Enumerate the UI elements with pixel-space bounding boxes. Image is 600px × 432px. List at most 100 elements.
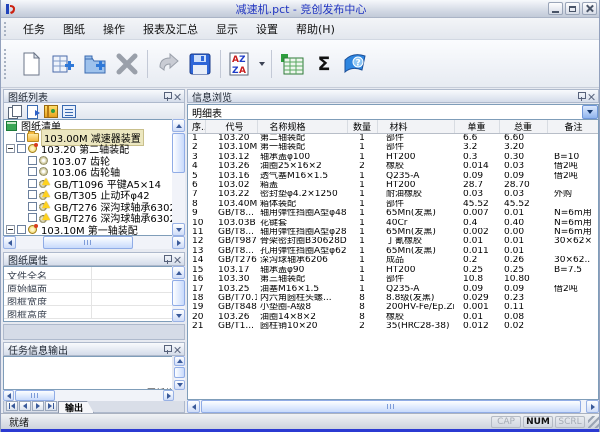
table-row[interactable]: 14 GB/T276 深沟球轴承6206 1 成品 0.2 0.26 30×62…: [188, 256, 599, 265]
col-name-spec[interactable]: 名称规格: [257, 120, 347, 134]
sort-dropdown-button[interactable]: [257, 49, 267, 79]
tab-prev-button[interactable]: [19, 401, 31, 411]
table-row[interactable]: 15 103.17 轴承盖φ90 1 HT200 0.25 0.25 B=7.5: [188, 266, 599, 275]
menu-item[interactable]: 操作: [94, 19, 134, 39]
checkbox[interactable]: [28, 202, 37, 211]
dropdown-button[interactable]: [582, 105, 598, 119]
table-row[interactable]: 8 103.40M 箱体装配 1 部件 45.52 45.52: [188, 200, 599, 209]
scroll-down-button[interactable]: [172, 223, 185, 236]
output-hscrollbar[interactable]: [3, 390, 174, 401]
table-row[interactable]: 3 103.12 轴承盖φ100 1 HT200 0.3 0.30 B=10: [188, 153, 599, 162]
export-page-icon[interactable]: [26, 105, 40, 118]
new-document-button[interactable]: [16, 49, 46, 79]
property-row[interactable]: 文件全名: [4, 267, 172, 280]
property-row[interactable]: 原始幅面: [4, 280, 172, 293]
table-row[interactable]: 13 GB/T8... 孔用弹性挡圈A型φ62 1 65Mn(发黑) 0.011…: [188, 247, 599, 256]
checkbox[interactable]: [28, 156, 37, 165]
scroll-left-button[interactable]: [187, 400, 200, 413]
pin-icon[interactable]: [577, 92, 585, 101]
scroll-right-button[interactable]: [172, 236, 185, 249]
output-vscrollbar[interactable]: [174, 356, 185, 390]
table-row[interactable]: 5 103.16 透气塞M16×1.5 1 Q235-A 0.09 0.09 借…: [188, 172, 599, 181]
menu-item[interactable]: 图纸: [54, 19, 94, 39]
col-unit-weight[interactable]: 单重: [454, 120, 499, 134]
table-hscrollbar[interactable]: [187, 400, 599, 413]
tree-hscrollbar[interactable]: [3, 236, 185, 249]
close-panel-icon[interactable]: [174, 346, 181, 353]
table-row[interactable]: 16 103.30 第三轴装配 1 部件 10.8 10.80: [188, 275, 599, 284]
add-drawing-button[interactable]: [48, 49, 78, 79]
table-row[interactable]: 1 103.20 第二轴装配 1 部件 6.6 6.60: [188, 134, 599, 144]
table-row[interactable]: 11 GB/T8... 轴用弹性挡圈A型φ28 1 65Mn(发黑) 0.002…: [188, 228, 599, 237]
scroll-up-button[interactable]: [172, 119, 185, 132]
menu-item[interactable]: 任务: [14, 19, 54, 39]
col-total-weight[interactable]: 总重: [499, 120, 547, 134]
property-value[interactable]: [92, 306, 172, 318]
scroll-up-button[interactable]: [174, 356, 185, 366]
checkbox[interactable]: [28, 167, 37, 176]
table-row[interactable]: 9 GB/T8... 轴用弹性挡圈A型φ48 1 65Mn(发黑) 0.007 …: [188, 209, 599, 218]
list-view-icon[interactable]: [62, 105, 76, 118]
col-remark[interactable]: 备注: [547, 120, 599, 134]
scroll-thumb[interactable]: [172, 133, 185, 173]
checkbox[interactable]: [16, 133, 25, 142]
menu-item[interactable]: 设置: [247, 19, 287, 39]
pin-icon[interactable]: [163, 345, 171, 354]
sort-az-button[interactable]: AZZA: [226, 49, 256, 79]
view-selector-dropdown[interactable]: 明细表: [187, 104, 599, 120]
tab-next-button[interactable]: [32, 401, 44, 411]
property-value[interactable]: [92, 293, 172, 305]
export-excel-button[interactable]: [277, 49, 307, 79]
checkbox[interactable]: [17, 225, 26, 234]
add-folder-button[interactable]: [80, 49, 110, 79]
tab-last-button[interactable]: [45, 401, 57, 411]
menu-item[interactable]: 报表及汇总: [134, 19, 207, 39]
title-bar[interactable]: 减速机.pct - 竞创发布中心: [1, 0, 600, 18]
close-panel-icon[interactable]: [588, 93, 595, 100]
table-row[interactable]: 21 GB/T1... 圆柱销10×20 2 35(HRC28-38) 0.01…: [188, 322, 599, 331]
table-row[interactable]: 12 GB/T9877 骨架密封圈B30628D 1 丁氰橡胶 0.01 0.0…: [188, 237, 599, 246]
col-code[interactable]: 代号: [205, 120, 257, 134]
copy-pages-icon[interactable]: [8, 105, 22, 118]
table-row[interactable]: 18 GB/T70.1 内六角圆柱头螺... 8 8.8级(发黑) 0.029 …: [188, 294, 599, 303]
scroll-thumb[interactable]: [43, 236, 133, 249]
scroll-down-button[interactable]: [174, 380, 185, 390]
resize-grip[interactable]: [588, 416, 600, 428]
close-panel-icon[interactable]: [174, 93, 181, 100]
col-material[interactable]: 材料: [377, 120, 454, 134]
save-button[interactable]: [185, 49, 215, 79]
scroll-right-button[interactable]: [163, 390, 174, 401]
pin-icon[interactable]: [163, 92, 171, 101]
menu-item[interactable]: 帮助(H): [287, 19, 344, 39]
scroll-thumb[interactable]: [172, 280, 185, 306]
table-row[interactable]: 20 103.26 油圈14×8×2 8 橡胶 0.01 0.08: [188, 313, 599, 322]
table-row[interactable]: 19 GB/T848 小垫圈-A级8 8 200HV-Fe/Ep.Zn 0.00…: [188, 303, 599, 312]
book-icon[interactable]: [44, 105, 58, 118]
scroll-left-button[interactable]: [3, 390, 14, 401]
revert-button[interactable]: [153, 49, 183, 79]
scroll-thumb[interactable]: [174, 367, 185, 378]
delete-button[interactable]: [112, 49, 142, 79]
scroll-down-button[interactable]: [172, 309, 185, 322]
col-qty[interactable]: 数量: [347, 120, 377, 134]
property-value[interactable]: [92, 280, 172, 292]
property-row[interactable]: 图框高度: [4, 306, 172, 319]
collapse-icon[interactable]: [6, 225, 15, 234]
table-row[interactable]: 4 103.26 油圈25×16×2 2 橡胶 0.014 0.03 借2吨: [188, 162, 599, 171]
scroll-thumb[interactable]: [15, 390, 55, 401]
col-seq[interactable]: 序..: [188, 120, 205, 134]
help-search-button[interactable]: ?: [341, 49, 371, 79]
properties-vscrollbar[interactable]: [172, 266, 185, 322]
scroll-right-button[interactable]: [586, 400, 599, 413]
summarize-button[interactable]: Σ: [309, 49, 339, 79]
property-row[interactable]: 图框宽度: [4, 293, 172, 306]
table-row[interactable]: 10 103.03B 花键套 1 40Cr 0.4 0.40 N=6m用: [188, 219, 599, 228]
table-row[interactable]: 6 103.02 箱盖 1 HT200 28.7 28.70: [188, 181, 599, 190]
checkbox[interactable]: [28, 213, 37, 222]
tree-vscrollbar[interactable]: [172, 119, 185, 236]
tab-first-button[interactable]: [6, 401, 18, 411]
checkbox[interactable]: [28, 190, 37, 199]
scroll-up-button[interactable]: [172, 266, 185, 279]
collapse-icon[interactable]: [6, 144, 15, 153]
property-value[interactable]: [92, 267, 172, 279]
